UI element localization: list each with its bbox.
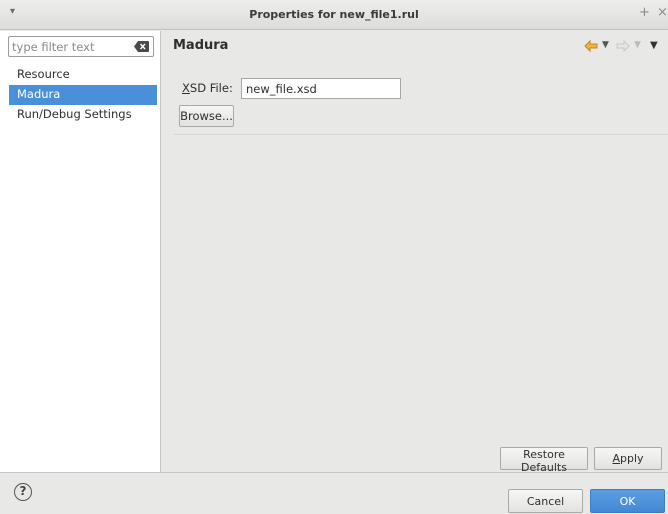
apply-button[interactable]: Apply xyxy=(594,447,662,470)
close-icon[interactable]: × xyxy=(657,5,668,20)
window-title: Properties for new_file1.rul xyxy=(249,8,419,21)
tree-item-resource[interactable]: Resource xyxy=(9,65,157,85)
content-header: Madura ▼ ▼ ▼ xyxy=(162,31,668,62)
clear-icon[interactable] xyxy=(134,41,149,52)
forward-dropdown-icon[interactable]: ▼ xyxy=(634,40,641,50)
page-title: Madura xyxy=(173,38,229,53)
dialog-footer: ? Cancel OK xyxy=(0,472,668,514)
help-icon[interactable]: ? xyxy=(14,483,32,501)
navigation-toolbar: ▼ ▼ ▼ xyxy=(584,39,668,53)
filter-input[interactable] xyxy=(12,39,130,54)
tree-item-madura[interactable]: Madura xyxy=(9,85,157,105)
xsd-file-input[interactable] xyxy=(241,78,401,99)
xsd-file-label: XSD File: xyxy=(182,81,233,95)
ok-button[interactable]: OK xyxy=(590,489,665,513)
filter-box xyxy=(8,36,154,57)
arrow-left-icon[interactable] xyxy=(584,40,598,52)
arrow-right-icon[interactable] xyxy=(616,40,630,52)
xsd-label-text: SD File: xyxy=(189,81,233,95)
restore-label-pre: Restore xyxy=(523,448,565,461)
content-panel: Madura ▼ ▼ ▼ XSD File: Browse... Restore… xyxy=(162,31,668,474)
apply-label-post: pply xyxy=(620,452,644,465)
browse-button[interactable]: Browse... xyxy=(179,105,234,127)
sidebar: Resource Madura Run/Debug Settings xyxy=(0,31,161,472)
maximize-icon[interactable]: + xyxy=(639,5,650,20)
back-dropdown-icon[interactable]: ▼ xyxy=(602,40,609,50)
view-menu-icon[interactable]: ▼ xyxy=(650,40,658,51)
tree-item-run-debug-settings[interactable]: Run/Debug Settings xyxy=(9,105,157,125)
apply-label-mnemonic: A xyxy=(612,452,620,465)
xsd-label-mnemonic: X xyxy=(182,81,190,95)
separator xyxy=(174,134,668,135)
cancel-button[interactable]: Cancel xyxy=(508,489,583,513)
restore-defaults-button[interactable]: Restore Defaults xyxy=(500,447,588,474)
title-bar: ▾ Properties for new_file1.rul + × xyxy=(0,0,668,30)
category-tree: Resource Madura Run/Debug Settings xyxy=(9,65,157,125)
